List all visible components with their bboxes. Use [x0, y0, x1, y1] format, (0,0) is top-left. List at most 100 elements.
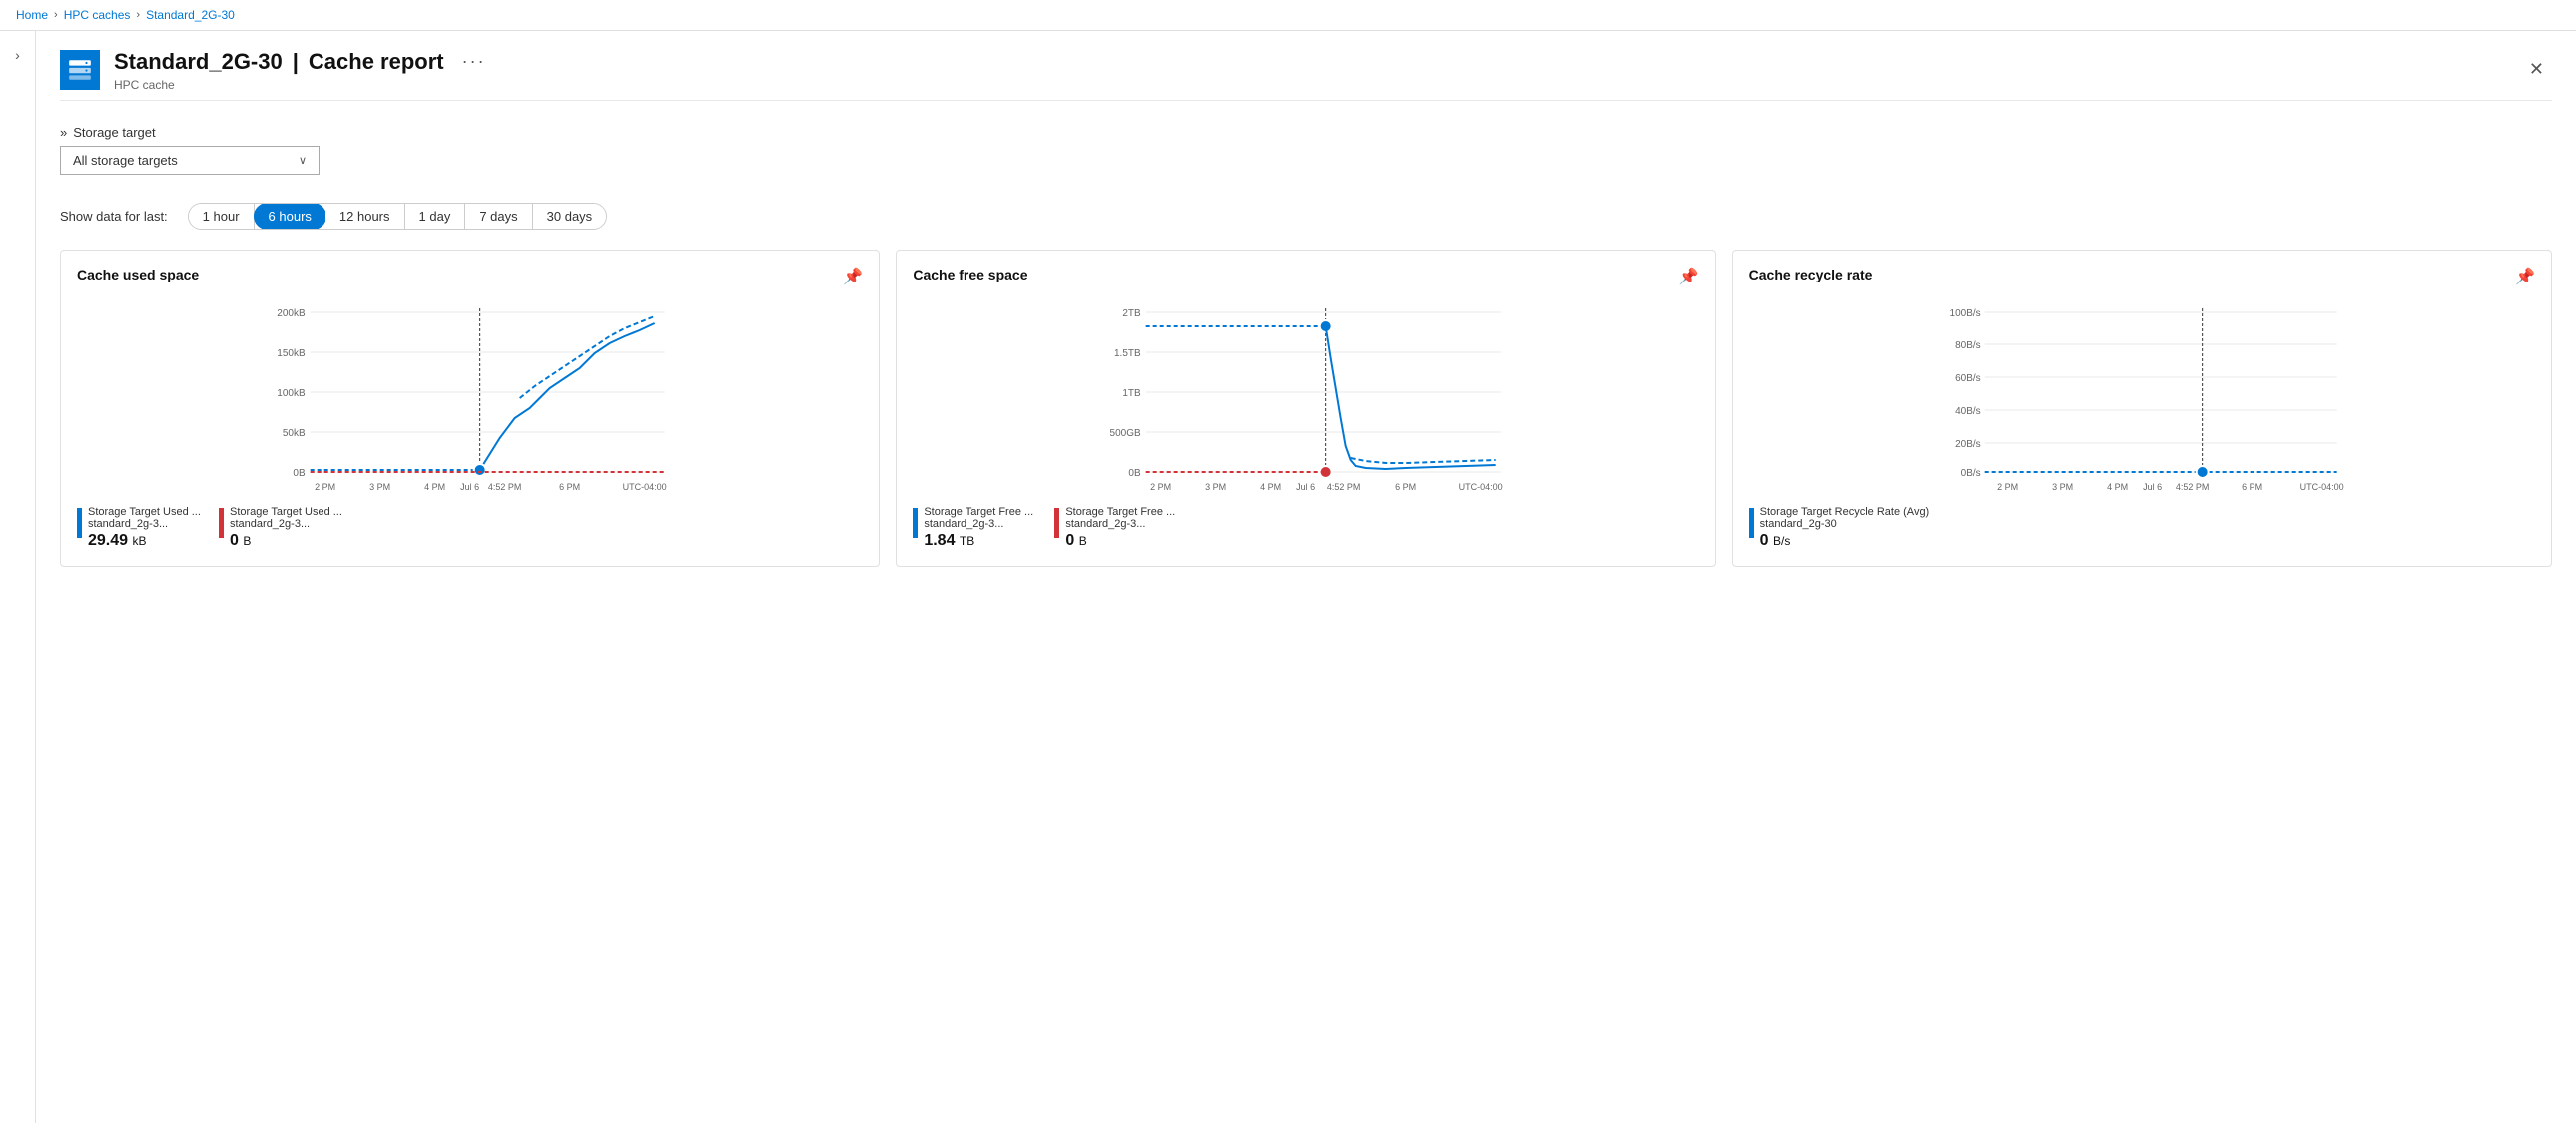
- svg-text:4:52 PM: 4:52 PM: [1327, 482, 1361, 492]
- cache-used-space-card: Cache used space 📌 200kB 150kB 100kB 50k…: [60, 250, 880, 567]
- content-area: Standard_2G-30 | Cache report ··· HPC ca…: [36, 31, 2576, 1123]
- page-title-group: Standard_2G-30 | Cache report ··· HPC ca…: [114, 47, 2521, 92]
- chart-area-used: 200kB 150kB 100kB 50kB 0B: [77, 298, 863, 498]
- svg-text:4 PM: 4 PM: [2107, 482, 2128, 492]
- svg-text:Jul 6: Jul 6: [2143, 482, 2162, 492]
- svg-text:6 PM: 6 PM: [2242, 482, 2262, 492]
- svg-text:Jul 6: Jul 6: [1296, 482, 1315, 492]
- close-button[interactable]: ✕: [2521, 55, 2552, 84]
- svg-text:3 PM: 3 PM: [369, 482, 390, 492]
- legend-label-used-blue: Storage Target Used ...: [88, 506, 201, 518]
- legend-sub-recycle-blue: standard_2g-30: [1760, 518, 1930, 530]
- svg-text:4:52 PM: 4:52 PM: [2176, 482, 2210, 492]
- recycle-rate-chart-svg: 100B/s 80B/s 60B/s 40B/s 20B/s 0B/s: [1749, 298, 2535, 498]
- legend-info-recycle-blue: Storage Target Recycle Rate (Avg) standa…: [1760, 506, 1930, 550]
- storage-target-dropdown[interactable]: All storage targets ∨: [60, 146, 320, 175]
- time-option-12hours[interactable]: 12 hours: [325, 204, 405, 229]
- time-filter: Show data for last: 1 hour 6 hours 12 ho…: [60, 203, 2552, 230]
- hpc-cache-icon: [67, 57, 93, 83]
- legend-item-free-orange: Storage Target Free ... standard_2g-3...…: [1054, 506, 1184, 550]
- svg-text:4:52 PM: 4:52 PM: [488, 482, 522, 492]
- chart-legend-free: Storage Target Free ... standard_2g-3...…: [913, 506, 1698, 550]
- svg-text:50kB: 50kB: [283, 428, 306, 439]
- svg-text:0B: 0B: [1129, 468, 1142, 479]
- pin-button-recycle[interactable]: 📌: [2515, 267, 2535, 286]
- legend-item-used-orange: Storage Target Used ... standard_2g-3...…: [219, 506, 348, 550]
- legend-value-used-blue: 29.49 kB: [88, 532, 201, 550]
- chart-title-used: Cache used space: [77, 267, 199, 282]
- legend-value-used-orange: 0 B: [230, 532, 342, 550]
- time-option-30days[interactable]: 30 days: [533, 204, 607, 229]
- chart-title-free: Cache free space: [913, 267, 1027, 282]
- page-title: Standard_2G-30 | Cache report ···: [114, 47, 2521, 76]
- svg-text:3 PM: 3 PM: [1205, 482, 1226, 492]
- breadcrumb-sep-2: ›: [136, 9, 140, 21]
- cache-recycle-rate-card: Cache recycle rate 📌 100B/s 80B/s 60B/s …: [1732, 250, 2552, 567]
- svg-text:500GB: 500GB: [1110, 428, 1141, 439]
- more-button[interactable]: ···: [454, 47, 494, 76]
- dropdown-value: All storage targets: [73, 153, 178, 168]
- svg-text:60B/s: 60B/s: [1955, 373, 1981, 384]
- legend-info-orange: Storage Target Used ... standard_2g-3...…: [230, 506, 342, 550]
- used-space-chart-svg: 200kB 150kB 100kB 50kB 0B: [77, 298, 863, 498]
- chart-header-used: Cache used space 📌: [77, 267, 863, 286]
- legend-info-blue: Storage Target Used ... standard_2g-3...…: [88, 506, 201, 550]
- top-bar: Home › HPC caches › Standard_2G-30: [0, 0, 2576, 31]
- sidebar-collapse-button[interactable]: ›: [11, 43, 24, 67]
- page-icon: [60, 50, 100, 90]
- svg-text:0B/s: 0B/s: [1960, 468, 1980, 479]
- svg-text:1TB: 1TB: [1123, 388, 1142, 399]
- breadcrumb-hpc-caches[interactable]: HPC caches: [64, 8, 131, 22]
- legend-value-free-blue: 1.84 TB: [924, 532, 1033, 550]
- legend-label-free-orange: Storage Target Free ...: [1065, 506, 1175, 518]
- legend-value-free-orange: 0 B: [1065, 532, 1175, 550]
- svg-text:100kB: 100kB: [277, 388, 306, 399]
- time-options-group: 1 hour 6 hours 12 hours 1 day 7 days 30 …: [188, 203, 608, 230]
- time-option-7days[interactable]: 7 days: [465, 204, 532, 229]
- legend-item-recycle-blue: Storage Target Recycle Rate (Avg) standa…: [1749, 506, 1930, 550]
- svg-text:1.5TB: 1.5TB: [1114, 348, 1141, 359]
- legend-item-free-blue: Storage Target Free ... standard_2g-3...…: [913, 506, 1042, 550]
- double-chevron-icon: »: [60, 125, 67, 140]
- main-content: › Standard_2G-30 | Cache report ···: [0, 31, 2576, 1123]
- sidebar-toggle: ›: [0, 31, 36, 1123]
- chart-legend-used: Storage Target Used ... standard_2g-3...…: [77, 506, 863, 550]
- svg-text:2 PM: 2 PM: [1997, 482, 2018, 492]
- filter-label: » Storage target: [60, 125, 2552, 140]
- chart-header-free: Cache free space 📌: [913, 267, 1698, 286]
- resource-name: Standard_2G-30: [114, 49, 283, 75]
- legend-value-recycle-blue: 0 B/s: [1760, 532, 1930, 550]
- time-option-1hour[interactable]: 1 hour: [189, 204, 255, 229]
- svg-text:4 PM: 4 PM: [1260, 482, 1281, 492]
- cache-free-space-card: Cache free space 📌 2TB 1.5TB 1TB 500GB 0…: [896, 250, 1715, 567]
- time-option-1day[interactable]: 1 day: [405, 204, 466, 229]
- svg-text:200kB: 200kB: [277, 308, 306, 319]
- title-separator: |: [293, 49, 299, 75]
- breadcrumb-current[interactable]: Standard_2G-30: [146, 8, 235, 22]
- svg-text:2 PM: 2 PM: [1150, 482, 1171, 492]
- breadcrumb-home[interactable]: Home: [16, 8, 48, 22]
- legend-label-used-orange: Storage Target Used ...: [230, 506, 342, 518]
- svg-text:40B/s: 40B/s: [1955, 406, 1981, 417]
- storage-target-label: Storage target: [73, 125, 155, 140]
- pin-button-used[interactable]: 📌: [843, 267, 863, 286]
- chart-header-recycle: Cache recycle rate 📌: [1749, 267, 2535, 286]
- svg-text:Jul 6: Jul 6: [460, 482, 479, 492]
- breadcrumb-sep-1: ›: [54, 9, 58, 21]
- dropdown-arrow-icon: ∨: [299, 154, 307, 167]
- svg-text:UTC-04:00: UTC-04:00: [1459, 482, 1503, 492]
- legend-label-free-blue: Storage Target Free ...: [924, 506, 1033, 518]
- time-filter-label: Show data for last:: [60, 209, 168, 224]
- svg-text:0B: 0B: [293, 468, 306, 479]
- pin-button-free[interactable]: 📌: [1679, 267, 1699, 286]
- svg-text:UTC-04:00: UTC-04:00: [2299, 482, 2343, 492]
- legend-bar-recycle-blue: [1749, 508, 1754, 538]
- page-header: Standard_2G-30 | Cache report ··· HPC ca…: [60, 31, 2552, 101]
- charts-grid: Cache used space 📌 200kB 150kB 100kB 50k…: [60, 250, 2552, 567]
- time-option-6hours[interactable]: 6 hours: [254, 203, 326, 230]
- svg-text:6 PM: 6 PM: [559, 482, 580, 492]
- legend-bar-free-orange: [1054, 508, 1059, 538]
- legend-sub-free-blue: standard_2g-3...: [924, 518, 1033, 530]
- legend-label-recycle-blue: Storage Target Recycle Rate (Avg): [1760, 506, 1930, 518]
- svg-text:3 PM: 3 PM: [2052, 482, 2073, 492]
